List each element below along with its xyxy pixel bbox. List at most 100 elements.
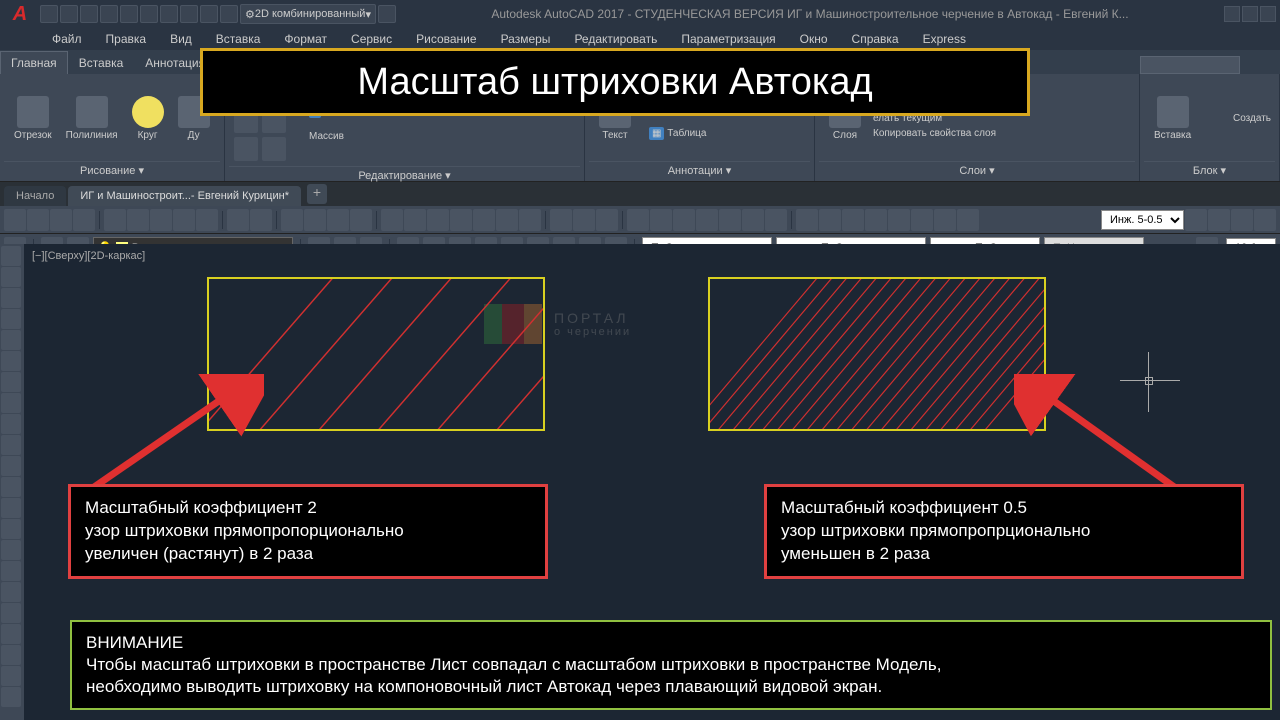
tb-icon[interactable] (496, 209, 518, 231)
tb-icon[interactable] (327, 209, 349, 231)
wipeout-icon[interactable] (1, 645, 21, 665)
polygon-icon[interactable] (1, 309, 21, 329)
tb-icon[interactable] (50, 209, 72, 231)
circle-icon[interactable] (1, 372, 21, 392)
tb-icon[interactable] (673, 209, 695, 231)
tb-icon[interactable] (519, 209, 541, 231)
menu-edit[interactable]: Правка (94, 29, 159, 49)
undo-icon[interactable] (227, 209, 249, 231)
undo-icon[interactable] (120, 5, 138, 23)
stretch-icon[interactable] (234, 137, 258, 161)
qat-more-icon[interactable] (378, 5, 396, 23)
plot-icon[interactable] (160, 5, 178, 23)
redo-icon[interactable] (250, 209, 272, 231)
donut-icon[interactable] (1, 687, 21, 707)
polyline-icon[interactable] (1, 288, 21, 308)
add-tab-button[interactable]: + (307, 184, 327, 204)
insert-block-icon[interactable] (1, 477, 21, 497)
print-icon[interactable] (180, 5, 198, 23)
tb-icon[interactable] (911, 209, 933, 231)
insert-block-button[interactable]: Вставка (1148, 94, 1197, 143)
tb-icon[interactable] (404, 209, 426, 231)
spline-icon[interactable] (1, 414, 21, 434)
hatch-icon[interactable] (381, 209, 403, 231)
draw-panel-title[interactable]: Рисование ▾ (4, 161, 220, 179)
dim-linear-icon[interactable] (550, 209, 572, 231)
minimize-icon[interactable] (1224, 6, 1240, 22)
tb-icon[interactable] (842, 209, 864, 231)
menu-dimension[interactable]: Размеры (489, 29, 563, 49)
polyline-button[interactable]: Полилиния (60, 94, 124, 143)
menu-draw[interactable]: Рисование (404, 29, 488, 49)
tb-icon[interactable] (819, 209, 841, 231)
menu-insert[interactable]: Вставка (204, 29, 273, 49)
tab-home[interactable]: Главная (0, 51, 68, 74)
tb-icon[interactable] (196, 209, 218, 231)
tb-icon[interactable] (765, 209, 787, 231)
tb-icon[interactable] (650, 209, 672, 231)
menu-file[interactable]: Файл (40, 29, 94, 49)
line-icon[interactable] (1, 246, 21, 266)
point-icon[interactable] (1, 519, 21, 539)
open-icon[interactable] (60, 5, 78, 23)
tb-icon[interactable] (450, 209, 472, 231)
tb-icon[interactable] (957, 209, 979, 231)
menu-parametric[interactable]: Параметризация (669, 29, 787, 49)
hatch-icon[interactable] (1, 540, 21, 560)
menu-modify[interactable]: Редактировать (562, 29, 669, 49)
new-icon[interactable] (40, 5, 58, 23)
document-tab[interactable]: ИГ и Машиностроит...- Евгений Курицин* (68, 186, 301, 206)
tb-icon[interactable] (150, 209, 172, 231)
tb-icon[interactable] (350, 209, 372, 231)
tb-icon[interactable] (304, 209, 326, 231)
menu-format[interactable]: Формат (272, 29, 339, 49)
tb-icon[interactable] (427, 209, 449, 231)
workspace-dropdown[interactable]: ⚙ 2D комбинированный ▾ (240, 4, 376, 24)
ellipse-icon[interactable] (1, 435, 21, 455)
tb-icon[interactable] (865, 209, 887, 231)
dim-style-dropdown[interactable]: Инж. 5-0.5 (1101, 210, 1184, 230)
rectangle-icon[interactable] (1, 330, 21, 350)
region-icon[interactable] (1, 582, 21, 602)
create-label[interactable]: Создать (1199, 113, 1271, 124)
start-tab[interactable]: Начало (4, 186, 66, 206)
tb-icon[interactable] (4, 209, 26, 231)
annotation-panel-title[interactable]: Аннотации ▾ (589, 161, 810, 179)
maximize-icon[interactable] (1242, 6, 1258, 22)
save-icon[interactable] (80, 5, 98, 23)
menu-express[interactable]: Express (911, 29, 978, 49)
revcloud-icon[interactable] (1, 393, 21, 413)
tb-icon[interactable] (27, 209, 49, 231)
gradient-icon[interactable] (1, 561, 21, 581)
tb-icon[interactable] (796, 209, 818, 231)
block-panel-title[interactable]: Блок ▾ (1144, 161, 1275, 179)
redo-icon[interactable] (140, 5, 158, 23)
ellipse-arc-icon[interactable] (1, 456, 21, 476)
tb-icon[interactable] (473, 209, 495, 231)
tb-icon[interactable] (696, 209, 718, 231)
app-logo[interactable]: A (4, 0, 36, 28)
tb-icon[interactable] (73, 209, 95, 231)
xline-icon[interactable] (1, 267, 21, 287)
pan-icon[interactable] (281, 209, 303, 231)
tb-icon[interactable] (719, 209, 741, 231)
paste-icon[interactable] (220, 5, 238, 23)
scale-icon[interactable] (262, 137, 286, 161)
menu-window[interactable]: Окно (788, 29, 840, 49)
helix-icon[interactable] (1, 666, 21, 686)
make-block-icon[interactable] (1, 498, 21, 518)
tb-icon[interactable] (1185, 209, 1207, 231)
arc-icon[interactable] (1, 351, 21, 371)
drawing-canvas[interactable]: [−][Сверху][2D-каркас] ПОРТАЛ о черчении (24, 244, 1280, 720)
tb-icon[interactable] (1208, 209, 1230, 231)
tb-icon[interactable] (1231, 209, 1253, 231)
viewport-label[interactable]: [−][Сверху][2D-каркас] (32, 250, 145, 262)
tb-icon[interactable] (127, 209, 149, 231)
line-button[interactable]: Отрезок (8, 94, 58, 143)
table-icon[interactable] (1, 603, 21, 623)
layers-panel-title[interactable]: Слои ▾ (819, 161, 1135, 179)
table-label[interactable]: Таблица (667, 128, 706, 139)
circle-button[interactable]: Круг (126, 94, 170, 143)
tb-icon[interactable] (173, 209, 195, 231)
preview-icon[interactable] (200, 5, 218, 23)
